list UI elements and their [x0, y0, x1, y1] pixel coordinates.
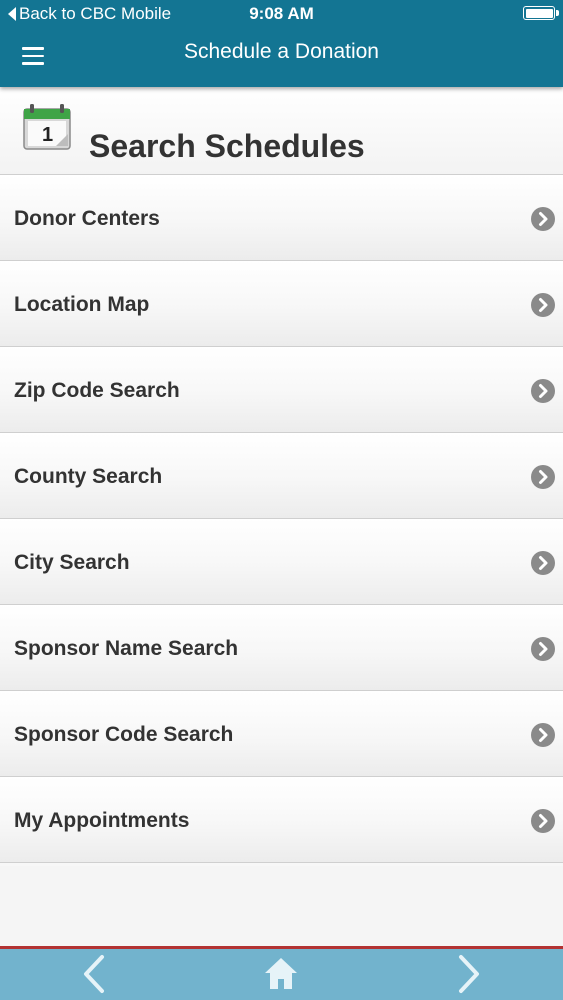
battery-icon: [523, 6, 559, 20]
chevron-right-icon: [531, 465, 555, 489]
chevron-right-icon: [531, 207, 555, 231]
home-icon[interactable]: [262, 953, 300, 995]
chevron-right-icon: [531, 551, 555, 575]
list-item-label: Sponsor Code Search: [14, 723, 234, 746]
section-title: Search Schedules: [89, 128, 365, 164]
forward-arrow-icon[interactable]: [453, 953, 485, 995]
list-item-location-map[interactable]: Location Map: [0, 261, 563, 347]
status-bar: Back to CBC Mobile 9:08 AM: [0, 0, 563, 28]
page-title: Schedule a Donation: [184, 40, 379, 63]
calendar-icon: 1: [23, 104, 71, 150]
list-item-donor-centers[interactable]: Donor Centers: [0, 175, 563, 261]
list-item-county-search[interactable]: County Search: [0, 433, 563, 519]
list-item-zip-code-search[interactable]: Zip Code Search: [0, 347, 563, 433]
status-time: 9:08 AM: [249, 4, 314, 23]
list-item-label: Donor Centers: [14, 207, 160, 230]
search-options-list: Donor Centers Location Map Zip Code Sear…: [0, 174, 563, 863]
empty-area: [0, 866, 563, 950]
list-item-label: Location Map: [14, 293, 150, 316]
list-item-label: Sponsor Name Search: [14, 637, 239, 660]
list-item-sponsor-name-search[interactable]: Sponsor Name Search: [0, 605, 563, 691]
chevron-right-icon: [531, 809, 555, 833]
list-item-my-appointments[interactable]: My Appointments: [0, 777, 563, 863]
list-item-label: County Search: [14, 465, 163, 488]
list-item-label: My Appointments: [14, 809, 190, 832]
calendar-day: 1: [42, 124, 53, 146]
app-header: Back to CBC Mobile 9:08 AM Schedule a Do…: [0, 0, 563, 87]
list-item-sponsor-code-search[interactable]: Sponsor Code Search: [0, 691, 563, 777]
footer-nav: [0, 949, 563, 1000]
list-item-city-search[interactable]: City Search: [0, 519, 563, 605]
back-arrow-icon[interactable]: [78, 953, 110, 995]
chevron-right-icon: [531, 723, 555, 747]
chevron-right-icon: [531, 379, 555, 403]
list-item-label: City Search: [14, 551, 130, 574]
chevron-right-icon: [531, 637, 555, 661]
list-item-label: Zip Code Search: [14, 379, 180, 402]
chevron-right-icon: [531, 293, 555, 317]
